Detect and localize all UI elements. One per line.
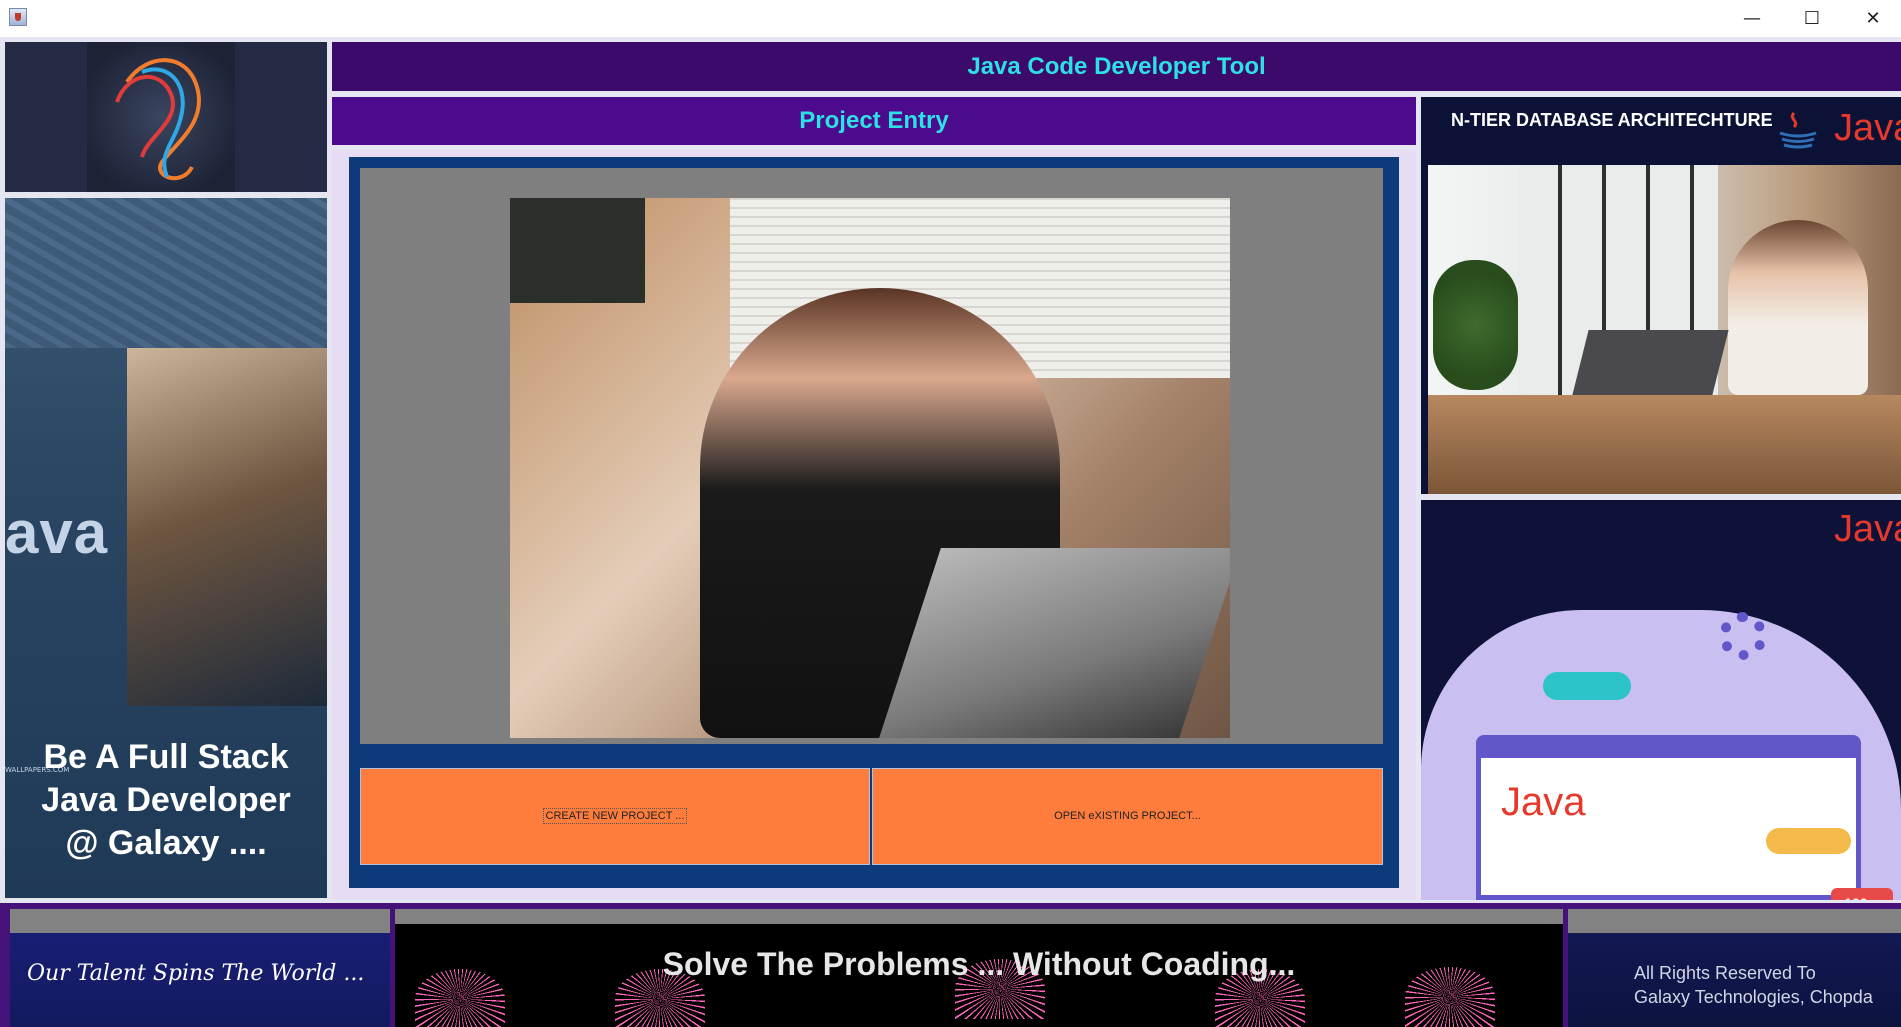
scratched-metal-texture [5,198,327,348]
photo-area [360,168,1383,744]
window-titlebar: — ☐ ✕ [0,0,1901,37]
footer-left-gray-bar [10,909,390,933]
minimize-button[interactable]: — [1724,0,1780,37]
left-java-ad-banner: ava WALLPAPERS.COM Be A Full Stack Java … [5,198,327,898]
likes-badge: 100 ♥ [1831,888,1893,900]
photo-window [510,198,645,303]
tagline-text: Solve The Problems ... Without Coading..… [662,946,1296,982]
project-entry-inner: CREATE NEW PROJECT ... OPEN eXISTING PRO… [349,157,1399,888]
java-logo-bottom-word: Java [1834,508,1901,550]
n-tier-caption: N-TIER DATABASE ARCHITECHTURE [1451,110,1773,130]
photo-laptop [879,548,1230,738]
section-title: Project Entry [332,97,1416,145]
n-tier-architecture-banner: N-TIER DATABASE ARCHITECHTURE Java [1421,97,1901,494]
ganesha-logo-image [87,42,235,192]
app-frame: ava WALLPAPERS.COM Be A Full Stack Java … [0,37,1901,1027]
java-cup-icon [1779,111,1817,149]
open-existing-project-button[interactable]: OPEN eXISTING PROJECT... [872,768,1383,865]
footer-slogan-panel: Our Talent Spins The World ... [10,909,390,1027]
footer-center-gray-bar [395,909,1563,924]
office-plant [1433,260,1518,390]
office-woman [1728,220,1868,395]
chat-bubble-icon [1543,672,1631,700]
rights-line-2: Galaxy Technologies, Chopda [1634,987,1873,1007]
java-logo-word: Java [1834,107,1901,149]
create-new-project-label: CREATE NEW PROJECT ... [542,808,688,824]
browser-window-illustration: Java [1476,735,1861,900]
yellow-chat-bubble-icon [1766,828,1851,854]
rights-text: All Rights Reserved To Galaxy Technologi… [1634,961,1873,1009]
java-illustration-banner: Java Java 100 ♥ [1421,500,1901,900]
browser-bar [1481,740,1856,758]
browser-java-word: Java [1501,780,1586,824]
talent-slogan: Our Talent Spins The World ... [27,961,365,986]
galaxy-logo-panel [5,42,327,192]
full-stack-headline: Be A Full Stack Java Developer @ Galaxy … [41,738,291,862]
java-logo-text: ava [5,499,109,566]
java-logo: Java [1776,99,1901,154]
footer-rights-panel: All Rights Reserved To Galaxy Technologi… [1568,909,1901,1027]
developer-woman-photo [510,198,1230,738]
create-new-project-button[interactable]: CREATE NEW PROJECT ... [360,768,870,865]
close-button[interactable]: ✕ [1845,0,1901,37]
java-app-icon [9,8,27,26]
gear-icon [1719,612,1767,660]
developers-photo [127,348,327,706]
office-table [1428,395,1901,494]
app-title: Java Code Developer Tool [332,42,1901,91]
rights-line-1: All Rights Reserved To [1634,963,1816,983]
office-photo [1428,165,1901,494]
footer-tagline-panel: Solve The Problems ... Without Coading..… [395,909,1563,1027]
footer-right-gray-bar [1568,909,1901,933]
maximize-button[interactable]: ☐ [1784,0,1840,37]
ganesha-logo-icon [115,58,201,181]
project-entry-panel: CREATE NEW PROJECT ... OPEN eXISTING PRO… [332,150,1416,900]
java-logo-bottom: Java [1776,500,1901,555]
